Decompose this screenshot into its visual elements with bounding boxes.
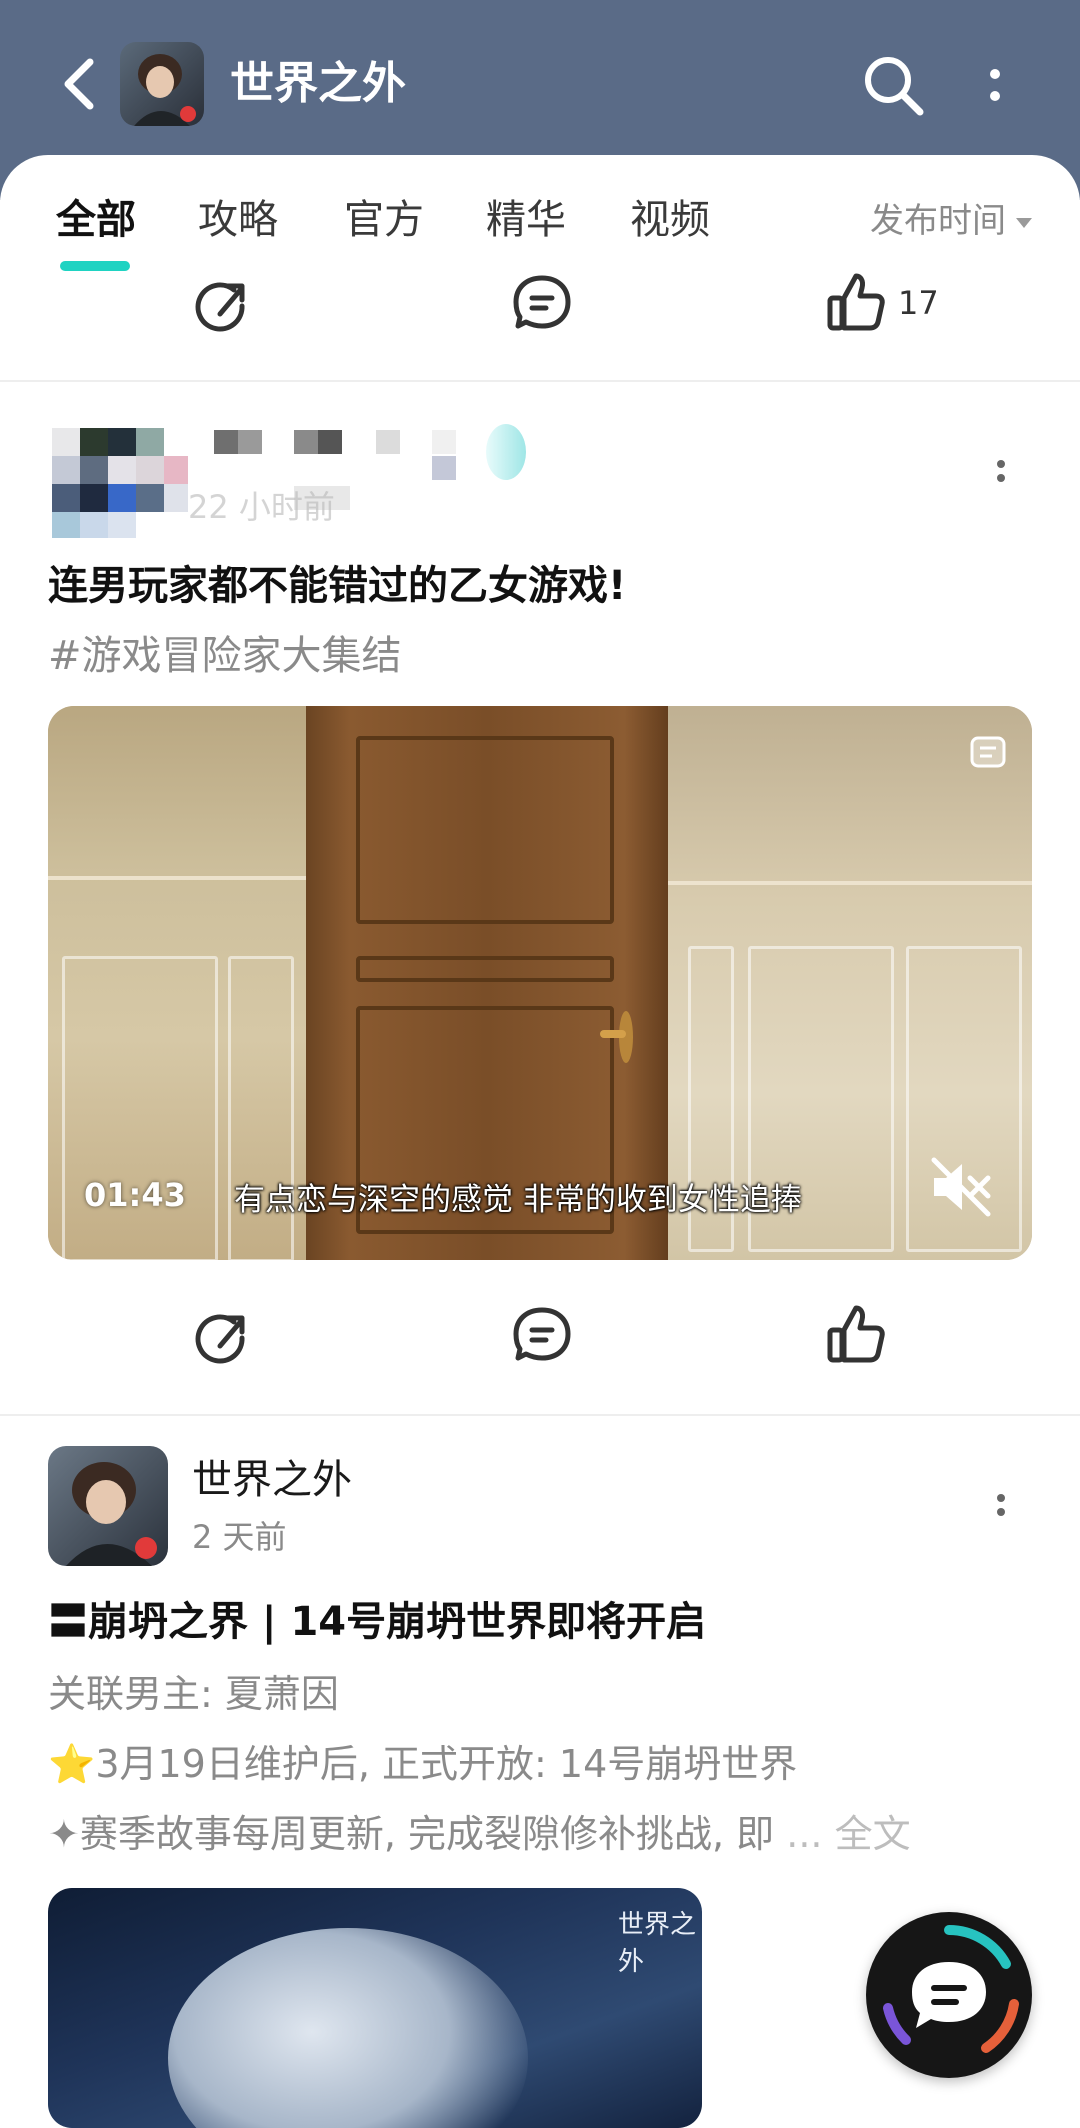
post-body-text: ✦赛季故事每周更新, 完成裂隙修补挑战, 即 (48, 1812, 775, 1856)
wall-panel (62, 956, 218, 1260)
prev-post-actions: 17 (0, 258, 1080, 348)
video-duration: 01:43 (84, 1176, 186, 1214)
author-avatar[interactable] (48, 1446, 168, 1566)
post-body-line: 关联男主: 夏萧因 (48, 1672, 339, 1716)
chevron-left-icon (64, 58, 94, 110)
vertical-dots-icon (990, 69, 1000, 101)
like-button[interactable]: 17 (826, 258, 939, 348)
post-time: 2 天前 (192, 1518, 287, 1556)
muted-speaker-icon[interactable] (928, 1154, 994, 1220)
comment-button[interactable] (512, 258, 572, 348)
door-panel (356, 956, 614, 982)
post-more-button[interactable] (986, 1478, 1016, 1538)
share-icon (195, 1314, 245, 1364)
pip-icon[interactable] (966, 730, 1010, 774)
search-button[interactable] (858, 50, 928, 120)
share-icon (195, 282, 245, 332)
post-title[interactable]: 〓崩坍之界 | 14号崩坍世界即将开启 (48, 1592, 706, 1652)
post-time: 22 小时前 (188, 488, 335, 526)
post-actions (0, 1290, 1080, 1380)
author-name[interactable]: 世界之外 (192, 1452, 352, 1508)
door-handle (600, 1011, 633, 1063)
back-button[interactable] (56, 52, 108, 116)
video-player[interactable]: 01:43 有点恋与深空的感觉 非常的收到女性追捧 (48, 706, 1032, 1260)
game-avatar[interactable] (120, 42, 204, 126)
ellipsis: ... (786, 1812, 823, 1856)
thumbs-up-icon (827, 273, 885, 331)
post-divider (0, 380, 1080, 382)
avatar[interactable] (52, 428, 188, 538)
thumbs-up-icon (827, 1305, 885, 1363)
sort-label: 发布时间 (870, 201, 1006, 241)
tab-all[interactable]: 全部 (56, 193, 136, 247)
sort-dropdown[interactable]: 发布时间 (870, 197, 1032, 245)
video-subtitle: 有点恋与深空的感觉 非常的收到女性追捧 (234, 1182, 802, 1218)
comment-button[interactable] (512, 1290, 572, 1380)
search-icon (865, 57, 924, 116)
chat-fab-button[interactable] (866, 1912, 1032, 2078)
more-options-button[interactable] (972, 54, 1018, 118)
post-more-button[interactable] (986, 444, 1016, 504)
share-button[interactable] (190, 1290, 250, 1380)
post-image[interactable]: 世界之外 (48, 1888, 702, 2128)
post-body-line: ✦赛季故事每周更新, 完成裂隙修补挑战, 即 ... 全文 (48, 1806, 911, 1862)
post-body-line: ⭐3月19日维护后, 正式开放: 14号崩坍世界 (48, 1742, 798, 1786)
comment-icon (513, 1307, 571, 1361)
chat-bubble-icon (883, 1925, 1019, 2053)
door-panel (356, 736, 614, 924)
comment-icon (513, 275, 571, 329)
wainscot (48, 876, 306, 880)
caret-down-icon (1016, 217, 1032, 228)
vertical-dots-icon (997, 1494, 1005, 1516)
tab-guides[interactable]: 攻略 (198, 193, 278, 247)
category-tabs: 全部 攻略 官方 精华 视频 发布时间 (0, 183, 1080, 271)
post-divider (0, 1414, 1080, 1416)
image-logo: 世界之外 (618, 1910, 697, 1977)
share-button[interactable] (190, 258, 250, 348)
vertical-dots-icon (997, 460, 1005, 482)
tab-featured[interactable]: 精华 (486, 193, 566, 247)
like-count: 17 (898, 284, 939, 322)
topic-tag[interactable]: #游戏冒险家大集结 (48, 626, 402, 686)
like-button[interactable] (826, 1290, 886, 1380)
tab-videos[interactable]: 视频 (630, 193, 710, 247)
character-art (168, 1928, 528, 2128)
wainscot (668, 881, 1032, 885)
read-full-text-link[interactable]: 全文 (835, 1812, 911, 1856)
page-title: 世界之外 (230, 58, 406, 109)
tab-official[interactable]: 官方 (344, 193, 424, 247)
post-title[interactable]: 连男玩家都不能错过的乙女游戏! (48, 556, 626, 616)
